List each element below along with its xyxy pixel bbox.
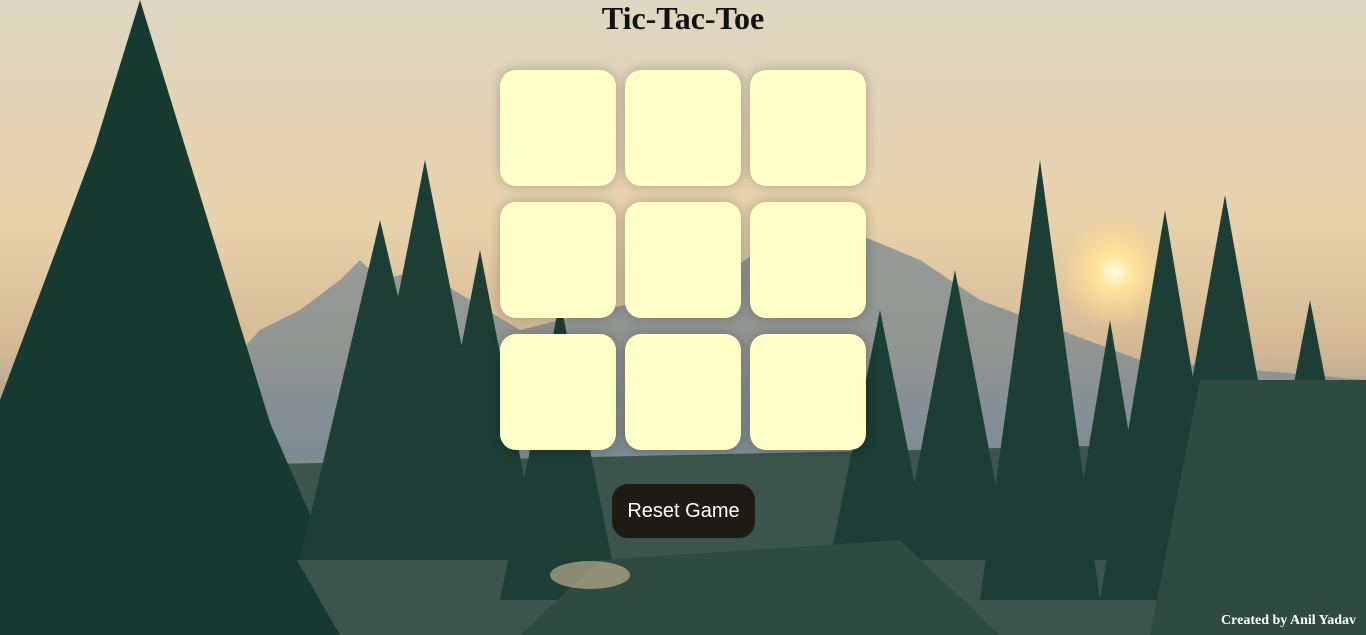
board-cell-3[interactable] bbox=[750, 70, 866, 186]
board-cell-5[interactable] bbox=[625, 202, 741, 318]
board-cell-8[interactable] bbox=[625, 334, 741, 450]
board-cell-9[interactable] bbox=[750, 334, 866, 450]
board-cell-1[interactable] bbox=[500, 70, 616, 186]
board-cell-2[interactable] bbox=[625, 70, 741, 186]
page-title: Tic-Tac-Toe bbox=[601, 0, 765, 36]
reset-game-button[interactable]: Reset Game bbox=[612, 484, 755, 538]
board-cell-4[interactable] bbox=[500, 202, 616, 318]
board-cell-7[interactable] bbox=[500, 334, 616, 450]
footer-credit: Created by Anil Yadav bbox=[1221, 613, 1356, 628]
board-cell-6[interactable] bbox=[750, 202, 866, 318]
game-board bbox=[500, 70, 866, 450]
